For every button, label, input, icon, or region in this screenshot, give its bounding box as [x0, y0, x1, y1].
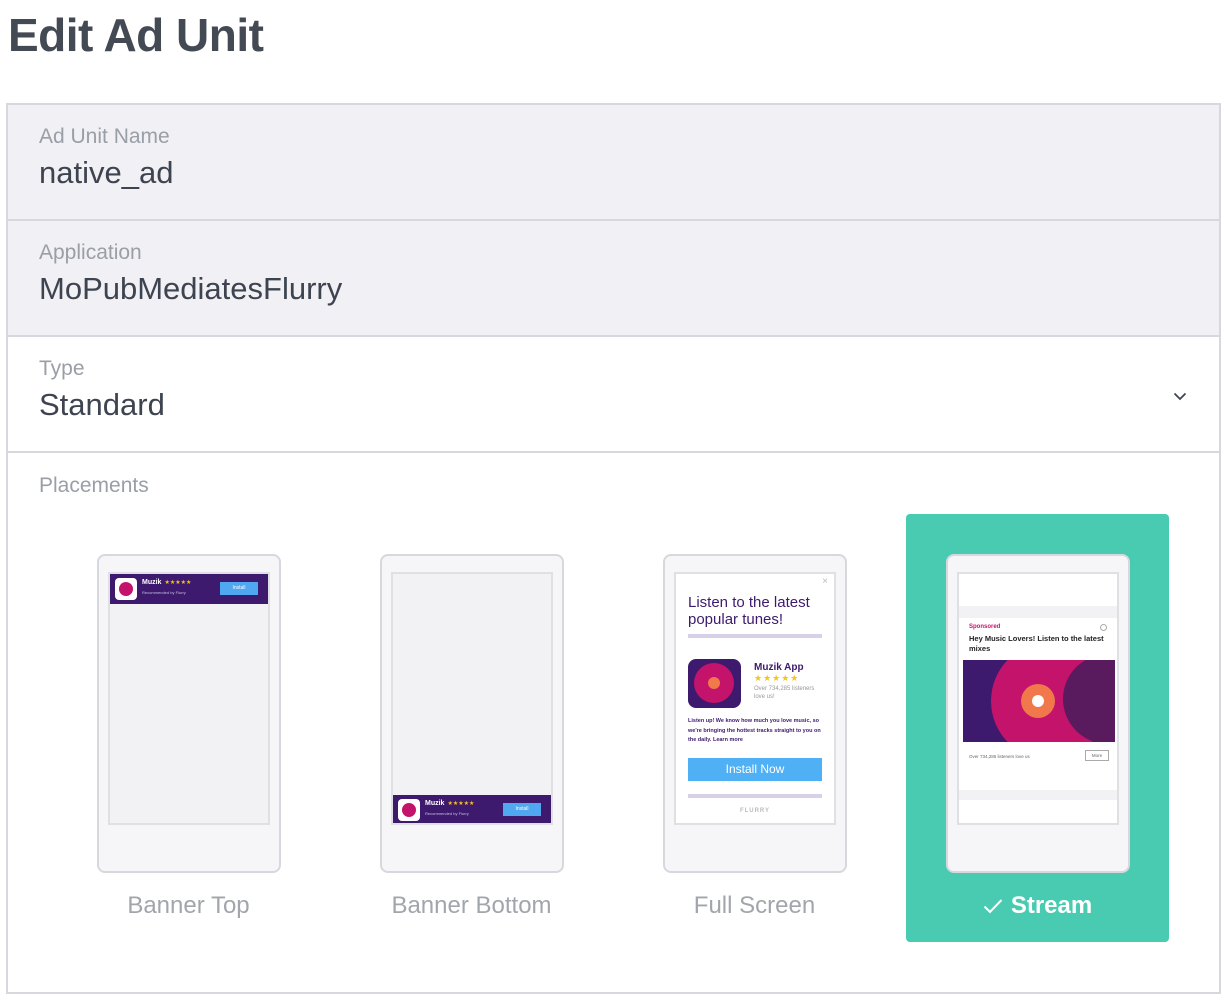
placement-full-screen[interactable]: × Listen to the latest popular tunes! Mu…	[623, 514, 886, 942]
type-select[interactable]: Type Standard	[8, 337, 1219, 453]
phone-screen: Muzik ★★★★★ Recommended by Flurry Install	[108, 572, 270, 825]
flurry-logo: FLURRY	[739, 808, 771, 814]
banner-subtitle: Recommended by Flurry	[425, 811, 469, 816]
phone-preview: Sponsored Hey Music Lovers! Listen to th…	[946, 554, 1130, 873]
application-label: Application	[39, 241, 142, 264]
ad-unit-form: Ad Unit Name native_ad Application MoPub…	[6, 103, 1221, 994]
banner-install-button: Install	[503, 803, 541, 816]
feed-card	[959, 574, 1117, 606]
close-icon: ×	[822, 576, 828, 587]
stream-ad-image	[963, 660, 1115, 742]
chevron-down-icon[interactable]	[1173, 389, 1187, 403]
type-label: Type	[39, 357, 85, 380]
phone-preview: Muzik ★★★★★ Recommended by Flurry Install	[97, 554, 281, 873]
phone-screen: × Listen to the latest popular tunes! Mu…	[674, 572, 836, 825]
app-icon	[688, 659, 741, 708]
stream-ad-title: Hey Music Lovers! Listen to the latest m…	[969, 634, 1104, 653]
feed-card	[959, 800, 1117, 823]
placements-label: Placements	[39, 474, 149, 497]
stream-ad-card: Sponsored Hey Music Lovers! Listen to th…	[959, 618, 1117, 790]
ad-unit-name-field: Ad Unit Name native_ad	[8, 105, 1219, 221]
type-value: Standard	[39, 387, 165, 422]
placement-label: Banner Top	[127, 892, 250, 919]
star-rating: ★★★★★	[164, 580, 192, 586]
fullscreen-listener-count: Over 734,285 listeners love us!	[754, 686, 815, 700]
banner-app-name: Muzik	[142, 579, 162, 586]
ad-unit-name-label: Ad Unit Name	[39, 125, 170, 148]
banner-ad-preview: Muzik ★★★★★ Recommended by Flurry Install	[393, 795, 551, 823]
app-icon	[115, 578, 137, 600]
fullscreen-body: Listen up! We know how much you love mus…	[688, 718, 821, 743]
app-icon	[398, 799, 420, 821]
application-value: MoPubMediatesFlurry	[39, 271, 343, 306]
ad-unit-name-value: native_ad	[39, 155, 174, 190]
application-field: Application MoPubMediatesFlurry	[8, 221, 1219, 337]
placement-stream[interactable]: Sponsored Hey Music Lovers! Listen to th…	[906, 514, 1169, 942]
star-rating: ★★★★★	[754, 673, 800, 683]
phone-preview: Muzik ★★★★★ Recommended by Flurry Install	[380, 554, 564, 873]
placement-label-text: Stream	[1010, 892, 1093, 919]
fullscreen-install-button: Install Now	[688, 758, 822, 781]
banner-install-button: Install	[220, 582, 258, 595]
placement-label: Banner Bottom	[391, 892, 552, 919]
stream-listener-count: Over 734,285 listeners love us	[969, 754, 1030, 759]
placement-banner-bottom[interactable]: Muzik ★★★★★ Recommended by Flurry Install…	[340, 514, 603, 942]
divider	[688, 794, 822, 798]
sponsored-label: Sponsored	[969, 624, 1001, 630]
divider	[688, 634, 822, 638]
page-title: Edit Ad Unit	[8, 9, 264, 61]
info-icon	[1100, 624, 1107, 631]
fullscreen-app-name: Muzik App	[754, 662, 804, 673]
placement-label: Stream	[906, 892, 1169, 920]
phone-screen: Muzik ★★★★★ Recommended by Flurry Install	[391, 572, 553, 825]
phone-preview: × Listen to the latest popular tunes! Mu…	[663, 554, 847, 873]
banner-ad-preview: Muzik ★★★★★ Recommended by Flurry Install	[110, 574, 268, 604]
fullscreen-headline: Listen to the latest popular tunes!	[688, 594, 810, 628]
star-rating: ★★★★★	[447, 801, 475, 807]
placement-label: Full Screen	[693, 892, 816, 919]
phone-screen: Sponsored Hey Music Lovers! Listen to th…	[957, 572, 1119, 825]
banner-subtitle: Recommended by Flurry	[142, 590, 186, 595]
placement-banner-top[interactable]: Muzik ★★★★★ Recommended by Flurry Install…	[57, 514, 320, 942]
banner-app-name: Muzik	[425, 800, 445, 807]
check-icon	[983, 899, 1003, 914]
stream-more-button: More	[1085, 750, 1109, 761]
